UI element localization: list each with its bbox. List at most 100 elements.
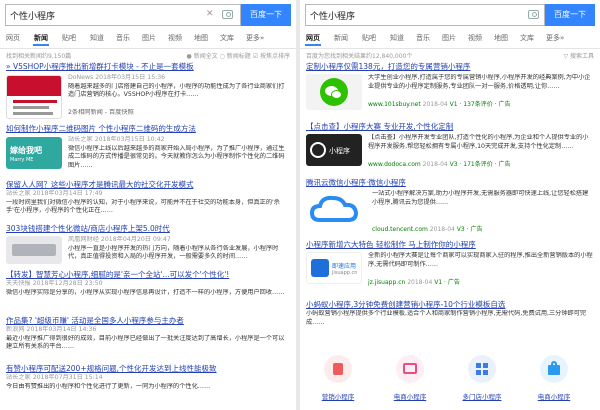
result-snippet: 最近小程序推广得到很好的成效，目前小程序已经做出了一批关注度达到了高增长，小程序… bbox=[6, 334, 285, 351]
tab-tieba[interactable]: 贴吧 bbox=[362, 33, 376, 43]
result-thumbnail[interactable]: 小程序 bbox=[306, 134, 362, 166]
result-snippet: 今日由有赞推出的小程序和个性化进行了更新，一同为小程序的个性化…… bbox=[6, 382, 211, 390]
tab-music[interactable]: 音乐 bbox=[416, 33, 430, 43]
result-snippet: 【点击查】小程序开发专业团队,打造个性化的小程序,为企业和个人提供专业的小程序开… bbox=[368, 134, 589, 150]
tab-video[interactable]: 视频 bbox=[468, 33, 482, 43]
search-query-text: 个性小程序 bbox=[310, 12, 356, 22]
tab-news[interactable]: 新闻 bbox=[33, 33, 49, 46]
result-title-link[interactable]: 有赞小程序可配送200+规格问题,个性化开发达到上线性能极致 bbox=[6, 364, 290, 374]
news-result: 303块钱搭建个性化微站/商店小程序上架5.0时代 凤凰网财经 2018年04月… bbox=[6, 224, 290, 264]
search-input[interactable]: 个性小程序 bbox=[305, 4, 545, 26]
result-snippet: 微信小程序上线以后越来越多的商家开始入局小程序，为了推广小程序，通过生成二维码的… bbox=[68, 144, 285, 169]
result-source: 凤凰网财经 bbox=[68, 236, 99, 243]
result-thumbnail[interactable] bbox=[306, 74, 362, 110]
tab-wenku[interactable]: 文库 bbox=[220, 33, 234, 43]
search-tools-toggle[interactable]: ▽ 搜索工具 bbox=[563, 51, 594, 60]
news-result: 有赞小程序可配送200+规格问题,个性化开发达到上线性能极致 站长之家 2018… bbox=[6, 364, 290, 400]
search-bar: 个性小程序 百度一下 bbox=[305, 4, 595, 30]
result-thumbnail[interactable] bbox=[6, 236, 62, 264]
tab-more[interactable]: 更多» bbox=[246, 33, 264, 43]
grid-icon bbox=[468, 355, 496, 383]
mini-program-card[interactable]: 电商小程序 bbox=[382, 355, 438, 401]
result-snippet: 一站式小程序解决方案,助力小程序开发,无需服务器即可快速上线,让您轻松搭建小程序… bbox=[372, 190, 589, 206]
result-url[interactable]: jz.jisuapp.cn 2018-04 V1 · 广告 bbox=[368, 278, 594, 287]
camera-icon[interactable] bbox=[528, 10, 539, 19]
tab-web[interactable]: 网页 bbox=[6, 33, 20, 43]
tab-more[interactable]: 更多» bbox=[546, 33, 564, 43]
news-result: 保留人人网？这些小程序才是腾讯最大的社交化开发模式 站长之家 2018年03月1… bbox=[6, 180, 290, 216]
tab-zhidao[interactable]: 知道 bbox=[390, 33, 404, 43]
result-source: 站长之家 bbox=[6, 190, 31, 197]
mini-program-logo-icon bbox=[310, 142, 326, 158]
tv-icon bbox=[396, 355, 424, 383]
mini-program-shortcuts: 营销小程序 电商小程序 多门店小程序 电商小程序 bbox=[306, 355, 594, 410]
tab-map[interactable]: 地图 bbox=[194, 33, 208, 43]
result-thumbnail[interactable] bbox=[306, 190, 366, 230]
result-date: 2018年03月14日 17:49 bbox=[32, 190, 103, 197]
tab-music[interactable]: 音乐 bbox=[116, 33, 130, 43]
result-snippet: 小程序一直是小程序开发的热门方向，随着小程序从各行各业发展，小程序时代，真正值得… bbox=[68, 244, 279, 261]
clear-icon[interactable]: ✕ bbox=[206, 9, 214, 19]
mini-program-card[interactable]: 营销小程序 bbox=[310, 355, 366, 401]
tab-tieba[interactable]: 贴吧 bbox=[62, 33, 76, 43]
tab-zhidao[interactable]: 知道 bbox=[90, 33, 104, 43]
result-date: 2018年07月31日 15:14 bbox=[32, 374, 103, 381]
result-title-link[interactable]: 小程序新增六大特色 轻松制作 马上制作你的小程序 bbox=[306, 240, 594, 250]
tab-wenku[interactable]: 文库 bbox=[520, 33, 534, 43]
right-search-pane: 个性小程序 百度一下 网页 新闻 贴吧 知道 音乐 图片 视频 地图 文库 更多… bbox=[300, 0, 600, 410]
result-url[interactable]: www.dodoca.com 2018-04 V3 · 171条评价 · 广告 bbox=[368, 160, 594, 169]
tab-map[interactable]: 地图 bbox=[494, 33, 508, 43]
result-title-link[interactable]: 【转发】智慧芳心小程序,细腻的是'亲一个全站'...可以发个'个性化'! bbox=[6, 270, 290, 280]
mini-program-card[interactable]: 电商小程序 bbox=[526, 355, 582, 401]
search-button[interactable]: 百度一下 bbox=[241, 4, 291, 26]
tab-images[interactable]: 图片 bbox=[142, 33, 156, 43]
tabs-divider bbox=[0, 48, 296, 49]
result-thumbnail[interactable]: 即速应用 jisuapp.cn bbox=[306, 252, 362, 284]
result-url[interactable]: www.101sbuy.net 2018-04 V1 · 137条评价 · 广告 bbox=[368, 100, 594, 109]
web-result: 定制小程序仅需138元，打造您的专属营销小程序 大学生创业小程序,打造属于您的专… bbox=[306, 62, 594, 110]
web-result: 腾讯云微信小程序·微信小程序 一站式小程序解决方案,助力小程序开发,无需服务器即… bbox=[306, 178, 594, 234]
result-title-link[interactable]: » V5SHOP小程序推出新增群打卡模块 - 不止是一套模板 bbox=[6, 62, 290, 72]
search-query-text: 个性小程序 bbox=[10, 12, 56, 22]
news-result: 【转发】智慧芳心小程序,细腻的是'亲一个全站'...可以发个'个性化'! 天天快… bbox=[6, 270, 290, 306]
camera-icon[interactable] bbox=[222, 10, 233, 19]
result-title-link[interactable]: 【点击查】小程序大赛 专业开发,个性化定制 bbox=[306, 122, 594, 132]
result-title-link[interactable]: 定制小程序仅需138元，打造您的专属营销小程序 bbox=[306, 62, 594, 72]
search-button[interactable]: 百度一下 bbox=[545, 4, 595, 26]
tab-video[interactable]: 视频 bbox=[168, 33, 182, 43]
search-tabs: 网页 新闻 贴吧 知道 音乐 图片 视频 地图 文库 更多» bbox=[305, 32, 594, 46]
result-title-link[interactable]: 作品集? '超级币赚' 活动是全国多人小程序参与主办者 bbox=[6, 316, 290, 326]
result-thumbnail[interactable]: 嫁给我吧 Marry ME bbox=[6, 137, 62, 169]
result-title-link[interactable]: 腾讯云微信小程序·微信小程序 bbox=[306, 178, 594, 188]
jisuapp-logo-icon bbox=[311, 259, 329, 277]
news-result: » V5SHOP小程序推出新增群打卡模块 - 不止是一套模板 DoNews 20… bbox=[6, 62, 290, 119]
result-snippet: 一段时间里我们对微信小程序的认知，对于小程序来说，可能并不在于社交的功能本身，但… bbox=[6, 198, 280, 215]
result-snippet: 全新的小程序大赛是让每个商家可以实现商家入驻的程序,推出全新营销版本的小程序,无… bbox=[368, 252, 593, 268]
marketing-icon bbox=[324, 355, 352, 383]
result-title-link[interactable]: 保留人人网？这些小程序才是腾讯最大的社交化开发模式 bbox=[6, 180, 290, 190]
tab-web[interactable]: 网页 bbox=[305, 33, 321, 46]
result-thumbnail[interactable] bbox=[6, 75, 62, 119]
wechat-icon bbox=[320, 78, 348, 106]
result-source: 新浪网 bbox=[6, 326, 25, 333]
result-snapshot-link[interactable]: 2条相同新闻 - 百度快照 bbox=[68, 109, 290, 118]
result-title-link[interactable]: 如何制作小程序二维码图片 个性小程序二维码的生成方法 bbox=[6, 124, 290, 134]
result-title-link[interactable]: 小蚂蚁小程序,3分钟免费创建营销小程序-10个行业模板自选 bbox=[306, 300, 594, 310]
result-snippet: 大学生创业小程序,打造属于您的专属营销小程序,小程序开发的经典案例,为中小企业提… bbox=[368, 74, 591, 90]
result-date: 2018年04月20日 09:47 bbox=[100, 236, 171, 243]
search-input[interactable]: 个性小程序 ✕ bbox=[5, 4, 241, 26]
tab-images[interactable]: 图片 bbox=[442, 33, 456, 43]
news-result: 如何制作小程序二维码图片 个性小程序二维码的生成方法 嫁给我吧 Marry ME… bbox=[6, 124, 290, 171]
web-result: 【点击查】小程序大赛 专业开发,个性化定制 小程序 【点击查】小程序开发专业团队… bbox=[306, 122, 594, 169]
search-bar: 个性小程序 ✕ 百度一下 bbox=[5, 4, 291, 30]
result-date: 2018年03月14日 14:36 bbox=[26, 326, 97, 333]
result-title-link[interactable]: 303块钱搭建个性化微站/商店小程序上架5.0时代 bbox=[6, 224, 290, 234]
result-url[interactable]: cloud.tencent.com 2018-04 V3 · 广告 bbox=[372, 225, 594, 234]
tab-news[interactable]: 新闻 bbox=[334, 33, 348, 43]
result-source: 站长之家 bbox=[68, 136, 93, 143]
result-count: 找到相关新闻约9,150篇 bbox=[6, 53, 72, 60]
news-filter-options[interactable]: ● 新闻全文 ○ 新闻标题 ☑ 按焦点排序 bbox=[187, 51, 290, 60]
shopping-bag-icon bbox=[540, 355, 568, 383]
mini-program-card[interactable]: 多门店小程序 bbox=[454, 355, 510, 401]
result-snippet: 小蚂蚁营销小程序提供多个行业模板,适合个人和商家制作营销小程序,无需代码,免费试… bbox=[306, 310, 587, 326]
